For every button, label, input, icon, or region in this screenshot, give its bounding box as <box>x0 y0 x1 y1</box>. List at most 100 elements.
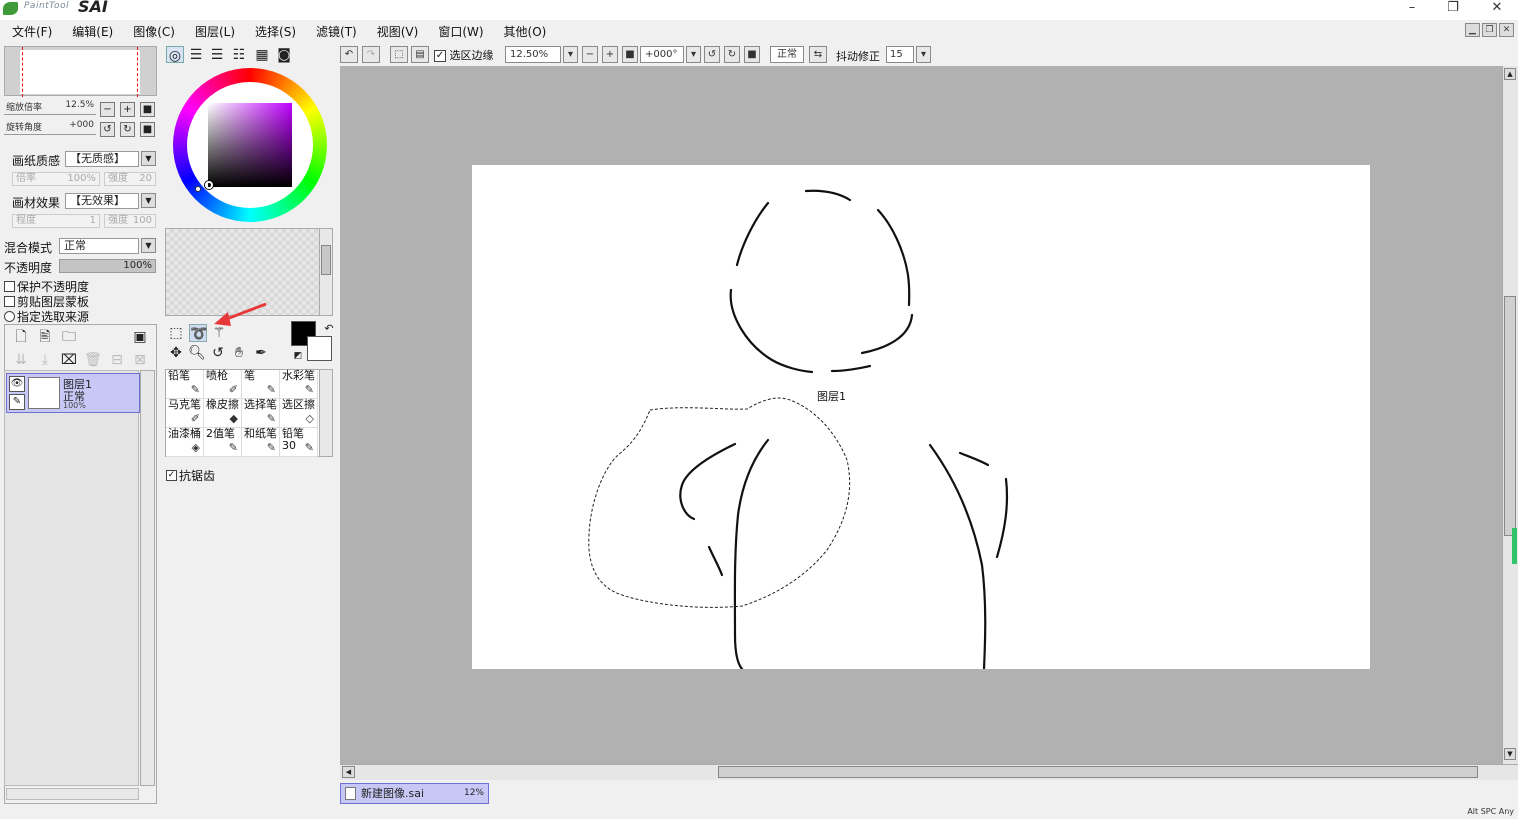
scroll-down-arrow-icon[interactable]: ▼ <box>1504 748 1516 760</box>
saturation-value-square[interactable] <box>208 103 292 187</box>
hue-handle[interactable] <box>195 186 201 192</box>
effect-degree-field[interactable]: 程度 1 <box>12 214 100 228</box>
mdi-minimize-button[interactable]: ▁ <box>1465 23 1480 37</box>
stabilizer-field[interactable]: 15 <box>886 46 914 63</box>
eyedropper-tool-icon[interactable]: ✒ <box>252 344 270 362</box>
opacity-slider[interactable]: 100% <box>59 259 156 273</box>
texture-scale-field[interactable]: 倍率 100% <box>12 172 100 186</box>
redo-button[interactable]: ↷ <box>362 46 380 63</box>
swap-colors-icon[interactable]: ↶ <box>320 320 338 338</box>
zoom-dropdown-button[interactable]: ▾ <box>563 46 578 63</box>
menu-image[interactable]: 图像(C) <box>133 23 175 40</box>
background-color-swatch[interactable] <box>307 336 332 361</box>
zoom-reset-button[interactable]: ■ <box>622 46 638 63</box>
new-layer-icon[interactable]: 🗋 <box>12 328 30 346</box>
menu-window[interactable]: 窗口(W) <box>438 23 483 40</box>
restore-button[interactable]: ❐ <box>1438 0 1468 18</box>
hscroll-thumb[interactable] <box>718 766 1478 778</box>
undo-button[interactable]: ↶ <box>340 46 358 63</box>
nav-rotate-right-button[interactable]: ↻ <box>120 122 135 137</box>
nav-rotate-left-button[interactable]: ↺ <box>100 122 115 137</box>
apply-mask-icon[interactable]: ⊟ <box>108 351 126 369</box>
antialias-checkbox[interactable]: ✓ 抗锯齿 <box>166 467 215 484</box>
zoom-in-button[interactable]: + <box>602 46 618 63</box>
clear-layer-icon[interactable]: ⌧ <box>60 351 78 369</box>
brush-grid-scrollbar[interactable] <box>319 369 333 457</box>
scroll-up-arrow-icon[interactable]: ▲ <box>1504 68 1516 80</box>
rotate-right-button[interactable]: ↻ <box>724 46 740 63</box>
nav-zoom-out-button[interactable]: − <box>100 102 115 117</box>
scroll-left-arrow-icon[interactable]: ◀ <box>342 766 355 778</box>
brush-lock-icon[interactable]: ✎ <box>9 394 25 410</box>
menu-other[interactable]: 其他(O) <box>504 23 547 40</box>
delete-mask-icon[interactable]: ⊠ <box>131 351 149 369</box>
vscroll-thumb[interactable] <box>1504 296 1516 536</box>
navigator-preview[interactable] <box>4 46 157 97</box>
move-tool-icon[interactable]: ✥ <box>167 344 185 362</box>
brush-select-pen[interactable]: 选择笔 ✎ <box>242 399 280 428</box>
rotate-left-button[interactable]: ↺ <box>704 46 720 63</box>
brush-pen[interactable]: 笔 ✎ <box>242 370 280 399</box>
invert-selection-button[interactable]: ▤ <box>411 46 429 63</box>
menu-edit[interactable]: 编辑(E) <box>72 23 113 40</box>
brush-pencil[interactable]: 铅笔 ✎ <box>166 370 204 399</box>
nav-zoom-reset-button[interactable]: ■ <box>140 102 155 117</box>
brush-pencil30[interactable]: 铅笔30 ✎ <box>280 428 318 457</box>
close-button[interactable]: ✕ <box>1482 0 1512 18</box>
chevron-down-icon[interactable]: ▼ <box>141 151 156 166</box>
mdi-close-button[interactable]: ✕ <box>1499 23 1514 37</box>
rotate-reset-button[interactable]: ■ <box>744 46 760 63</box>
zoom-slider[interactable]: 缩放倍率 12.5% <box>4 99 96 115</box>
hsv-slider-tab-icon[interactable]: ☰ <box>208 46 226 64</box>
delete-layer-icon[interactable]: 🗑 <box>84 351 102 369</box>
reset-colors-icon[interactable]: ◩ <box>289 347 307 365</box>
canvas-hscrollbar[interactable]: ◀ <box>340 764 1518 780</box>
chevron-down-icon[interactable]: ▼ <box>141 238 156 253</box>
layer-list-hscrollbar[interactable] <box>6 788 139 800</box>
zoom-tool-icon[interactable]: 🔍︎ <box>188 344 206 362</box>
new-folder-icon[interactable]: 🗀 <box>60 328 78 346</box>
nav-zoom-in-button[interactable]: + <box>120 102 135 117</box>
hand-tool-icon[interactable]: ✋︎ <box>230 344 248 362</box>
menu-select[interactable]: 选择(S) <box>255 23 296 40</box>
menu-view[interactable]: 视图(V) <box>377 23 419 40</box>
eye-icon[interactable]: 👁 <box>9 376 25 392</box>
swatch-tab-icon[interactable]: ▦ <box>253 46 271 64</box>
view-mode-field[interactable]: 正常 <box>770 46 804 63</box>
chevron-down-icon[interactable]: ▼ <box>141 193 156 208</box>
merge-down-icon[interactable]: ⤓ <box>36 351 54 369</box>
scratchpad-tab-icon[interactable]: ◙ <box>275 46 293 64</box>
rotate-slider[interactable]: 旋转角度 +000 <box>4 119 96 135</box>
drawing-canvas[interactable]: 图层1 <box>472 165 1370 669</box>
flip-horizontal-button[interactable]: ⇆ <box>809 46 827 63</box>
brush-watercolor[interactable]: 水彩笔 ✎ <box>280 370 318 399</box>
rgb-slider-tab-icon[interactable]: ☰ <box>187 46 205 64</box>
effect-strength-field[interactable]: 强度 100 <box>104 214 156 228</box>
menu-filter[interactable]: 滤镜(T) <box>316 23 357 40</box>
layer-list-scrollbar[interactable] <box>140 370 155 786</box>
paper-effect-dropdown[interactable]: 【无效果】 <box>65 193 139 209</box>
palette-scroll-thumb[interactable] <box>321 245 331 275</box>
deselect-button[interactable]: ⬚ <box>390 46 408 63</box>
menu-file[interactable]: 文件(F) <box>12 23 52 40</box>
rotation-field[interactable]: +000° <box>640 46 684 63</box>
stabilizer-dropdown-button[interactable]: ▾ <box>916 46 931 63</box>
texture-strength-field[interactable]: 强度 20 <box>104 172 156 186</box>
new-mask-icon[interactable]: ▣ <box>131 328 149 346</box>
blend-mode-dropdown[interactable]: 正常 <box>59 238 139 254</box>
paper-texture-dropdown[interactable]: 【无质感】 <box>65 151 139 167</box>
mixer-tab-icon[interactable]: ☷ <box>230 46 248 64</box>
selection-source-radio[interactable]: 指定选取来源 <box>4 308 89 325</box>
selection-edge-checkbox[interactable]: ✓ 选区边缘 <box>434 47 494 63</box>
mdi-restore-button[interactable]: ❐ <box>1482 23 1497 37</box>
brush-marker[interactable]: 马克笔 ✐ <box>166 399 204 428</box>
color-wheel-tab-icon[interactable]: ◎ <box>166 46 184 64</box>
brush-airbrush[interactable]: 喷枪 ✐ <box>204 370 242 399</box>
menu-layer[interactable]: 图层(L) <box>195 23 235 40</box>
document-tab[interactable]: 新建图像.sai 12% <box>340 783 489 804</box>
brush-select-eraser[interactable]: 选区擦 ◇ <box>280 399 318 428</box>
brush-binary-pen[interactable]: 2值笔 ✎ <box>204 428 242 457</box>
transfer-down-icon[interactable]: ⇊ <box>12 351 30 369</box>
brush-eraser[interactable]: 橡皮擦 ◆ <box>204 399 242 428</box>
rotation-dropdown-button[interactable]: ▾ <box>686 46 701 63</box>
